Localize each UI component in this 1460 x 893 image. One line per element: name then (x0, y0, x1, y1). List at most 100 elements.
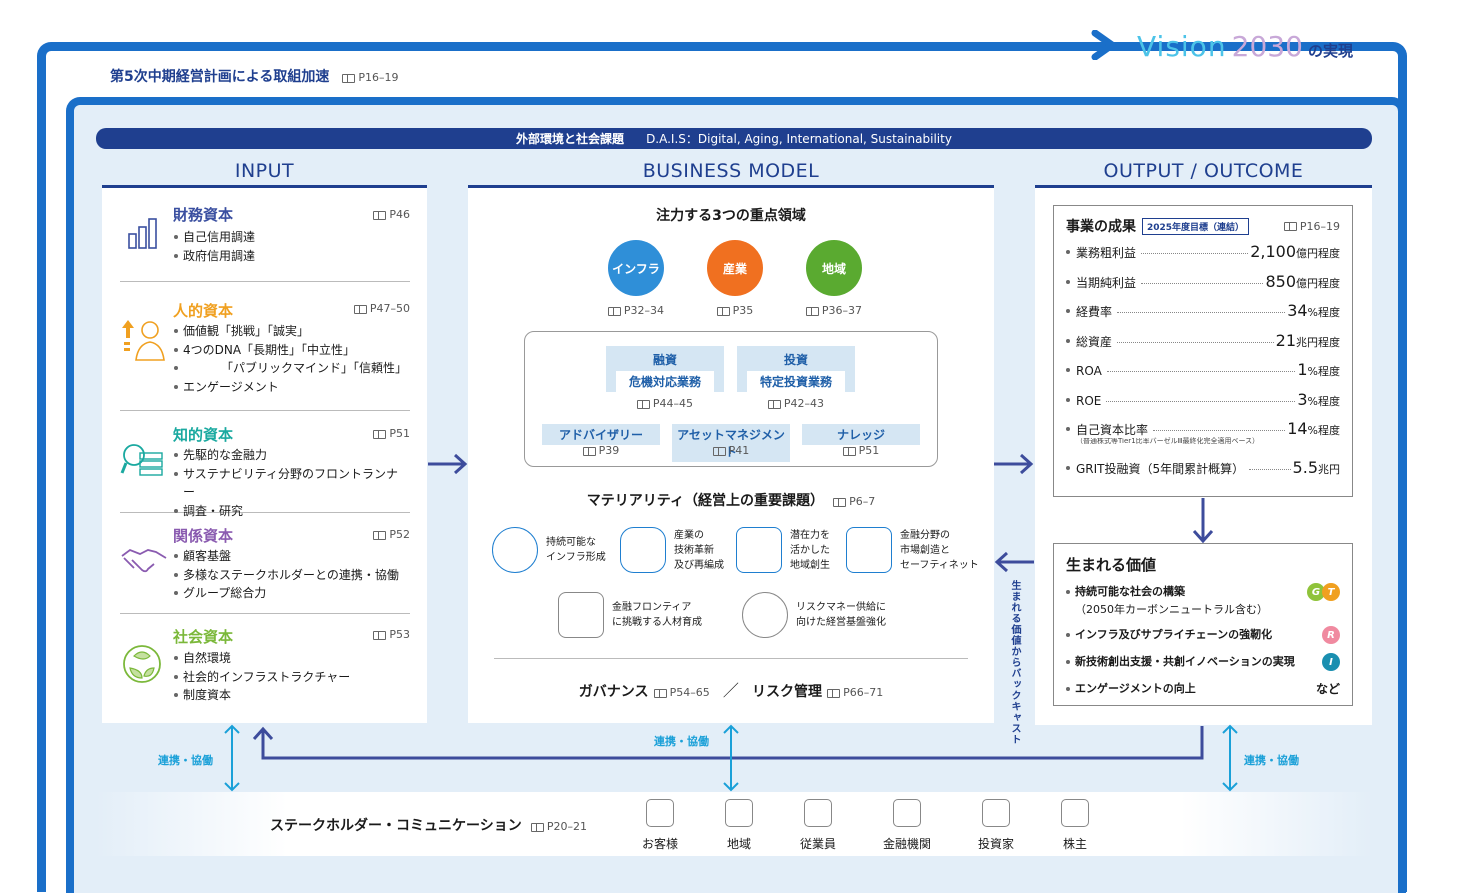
stakeholder-item: 地域 (709, 799, 769, 852)
capital-relationship: 関係資本 P52 顧客基盤 多様なステークホルダーとの連携・協働 グループ総合力 (120, 520, 410, 614)
capital-title: 財務資本 (173, 206, 234, 224)
metric-row: ROE 3%程度 (1066, 389, 1340, 420)
person-growth-icon (120, 318, 168, 362)
input-header: INPUT (234, 160, 295, 182)
finance-tag: 融資 危機対応業務 (606, 346, 724, 392)
materiality-item: 持続可能な インフラ形成 (492, 527, 606, 573)
metric-note: （普通株式等Tier1比率バーゼルⅢ最終化完全適用ベース） (1076, 437, 1260, 445)
service-tag: ナレッジ (802, 424, 920, 445)
list-item: 4つのDNA「長期性」「中立性」 (173, 341, 413, 360)
stakeholder-item: 金融機関 (867, 799, 947, 852)
capital-items: 価値観「挑戦」「誠実」 4つのDNA「長期性」「中立性」 「パブリックマインド」… (173, 322, 413, 396)
region-circle: 地域 (806, 240, 862, 296)
infra-circle: インフラ (608, 240, 664, 296)
materiality-item: リスクマネー供給に 向けた経営基盤強化 (742, 592, 886, 638)
capital-title: 関係資本 (173, 527, 234, 545)
value-item: 持続可能な社会の構築 GT (1066, 583, 1340, 601)
list-item: 自然環境 (173, 649, 350, 668)
stakeholder-item: 従業員 (788, 799, 848, 852)
book-icon (373, 630, 387, 640)
metric-row: 総資産 21兆円程度 (1066, 330, 1340, 361)
community-icon (736, 527, 782, 573)
handshake-icon (120, 542, 168, 578)
value-title: 生まれる価値 (1066, 556, 1157, 574)
environment-banner: 外部環境と社会課題 D.A.I.S：Digital, Aging, Intern… (96, 128, 1372, 149)
vision-title: Vision 2030 の実現 (1137, 30, 1354, 63)
book-icon (653, 688, 667, 698)
gear-coin-icon (742, 592, 788, 638)
results-box: 事業の成果 2025年度目標（連結） P16–19 業務粗利益 2,100億円程度… (1053, 205, 1353, 497)
book-icon (636, 399, 650, 409)
book-icon (827, 688, 841, 698)
capital-ref: P53 (373, 628, 410, 641)
people-icon (558, 592, 604, 638)
capital-ref: P46 (373, 208, 410, 221)
capital-items: 先駆的な金融力 サステナビリティ分野のフロントランナー 調査・研究 (173, 446, 410, 520)
governance-line: ガバナンス P54–65 ／ リスク管理 P66–71 (578, 681, 884, 700)
capital-human: 人的資本 P47–50 価値観「挑戦」「誠実」 4つのDNA「長期性」「中立性」… (120, 292, 410, 411)
capital-ref: P52 (373, 528, 410, 541)
list-item: グループ総合力 (173, 584, 399, 603)
vision-arrow (1040, 29, 1120, 61)
stakeholder-item: お客様 (630, 799, 690, 852)
industry-circle: 産業 (707, 240, 763, 296)
list-item: 価値観「挑戦」「誠実」 (173, 322, 413, 341)
list-item: 顧客基盤 (173, 547, 399, 566)
metric-row: 業務粗利益 2,100億円程度 (1066, 242, 1340, 272)
list-item: 制度資本 (173, 686, 350, 705)
list-item: 政府信用調達 (173, 247, 255, 266)
list-item: エンゲージメント (173, 378, 413, 397)
divider (494, 658, 968, 659)
stakeholder-list: お客様 地域 従業員 金融機関 投資家 株主 (630, 799, 1105, 852)
capital-social: 社会資本 P53 自然環境 社会的インフラストラクチャー 制度資本 (120, 622, 410, 716)
value-sub: （2050年カーボンニュートラル含む） (1075, 603, 1268, 616)
stakeholder-item: 株主 (1045, 799, 1105, 852)
invest-tag: 投資 特定投資業務 (737, 346, 855, 392)
book-icon (805, 306, 819, 316)
infrastructure-icon (492, 527, 538, 573)
results-title: 事業の成果 (1066, 219, 1136, 235)
capital-title: 人的資本 (173, 302, 234, 320)
atom-icon (620, 527, 666, 573)
service-ref: P39 (542, 444, 660, 457)
collab-label: 連携・協働 (654, 735, 709, 748)
bank-icon (893, 799, 921, 827)
plan-title: 第5次中期経営計画による取組加速 P16–19 (110, 69, 399, 85)
book-icon (353, 304, 367, 314)
materiality-item: 金融分野の 市場創造と セーフティネット (846, 527, 979, 573)
target-badge: 2025年度目標（連結） (1142, 217, 1250, 235)
collab-label: 連携・協働 (158, 754, 213, 767)
capital-financial: 財務資本 P46 自己信用調達 政府信用調達 (120, 198, 410, 282)
investor-icon (982, 799, 1010, 827)
collab-arrow-icon (222, 724, 242, 792)
value-item: エンゲージメントの向上 など (1066, 680, 1340, 697)
output-header: OUTPUT / OUTCOME (1103, 160, 1304, 182)
shareholders-icon (1061, 799, 1089, 827)
materiality-title: マテリアリティ（経営上の重要課題） P6–7 (586, 493, 876, 509)
focus-areas: インフラ P32–34 産業 P35 地域 P36–37 (605, 240, 865, 317)
capital-items: 自己信用調達 政府信用調達 (173, 228, 255, 265)
capital-title: 社会資本 (173, 628, 234, 646)
arrow-down-icon (1191, 498, 1215, 544)
list-item: 調査・研究 (173, 502, 410, 521)
stakeholder-item: 投資家 (966, 799, 1026, 852)
stakeholder-title: ステークホルダー・コミュニケーション P20–21 (270, 818, 587, 834)
value-item: 新技術創出支援・共創イノベーションの実現 I (1066, 653, 1340, 671)
business-header: BUSINESS MODEL (642, 160, 820, 182)
arrow-right-icon (994, 452, 1034, 476)
area-industry: 産業 P35 (704, 240, 766, 317)
book-icon (767, 399, 781, 409)
capital-items: 自然環境 社会的インフラストラクチャー 制度資本 (173, 649, 350, 705)
capital-title: 知的資本 (173, 426, 234, 444)
book-icon (716, 306, 730, 316)
metric-row: 自己資本比率 14%程度 (1066, 419, 1340, 438)
value-item: インフラ及びサプライチェーンの強靭化 R (1066, 626, 1340, 644)
capital-ref: P47–50 (353, 302, 410, 315)
recycle-icon (120, 642, 164, 686)
finance-ref: P44–45 (606, 397, 724, 410)
book-icon (712, 446, 726, 456)
collab-arrow-icon (721, 724, 741, 792)
list-item: 社会的インフラストラクチャー (173, 668, 350, 687)
value-box: 生まれる価値 持続可能な社会の構築 GT （2050年カーボンニュートラル含む）… (1053, 543, 1353, 706)
book-icon (582, 446, 596, 456)
